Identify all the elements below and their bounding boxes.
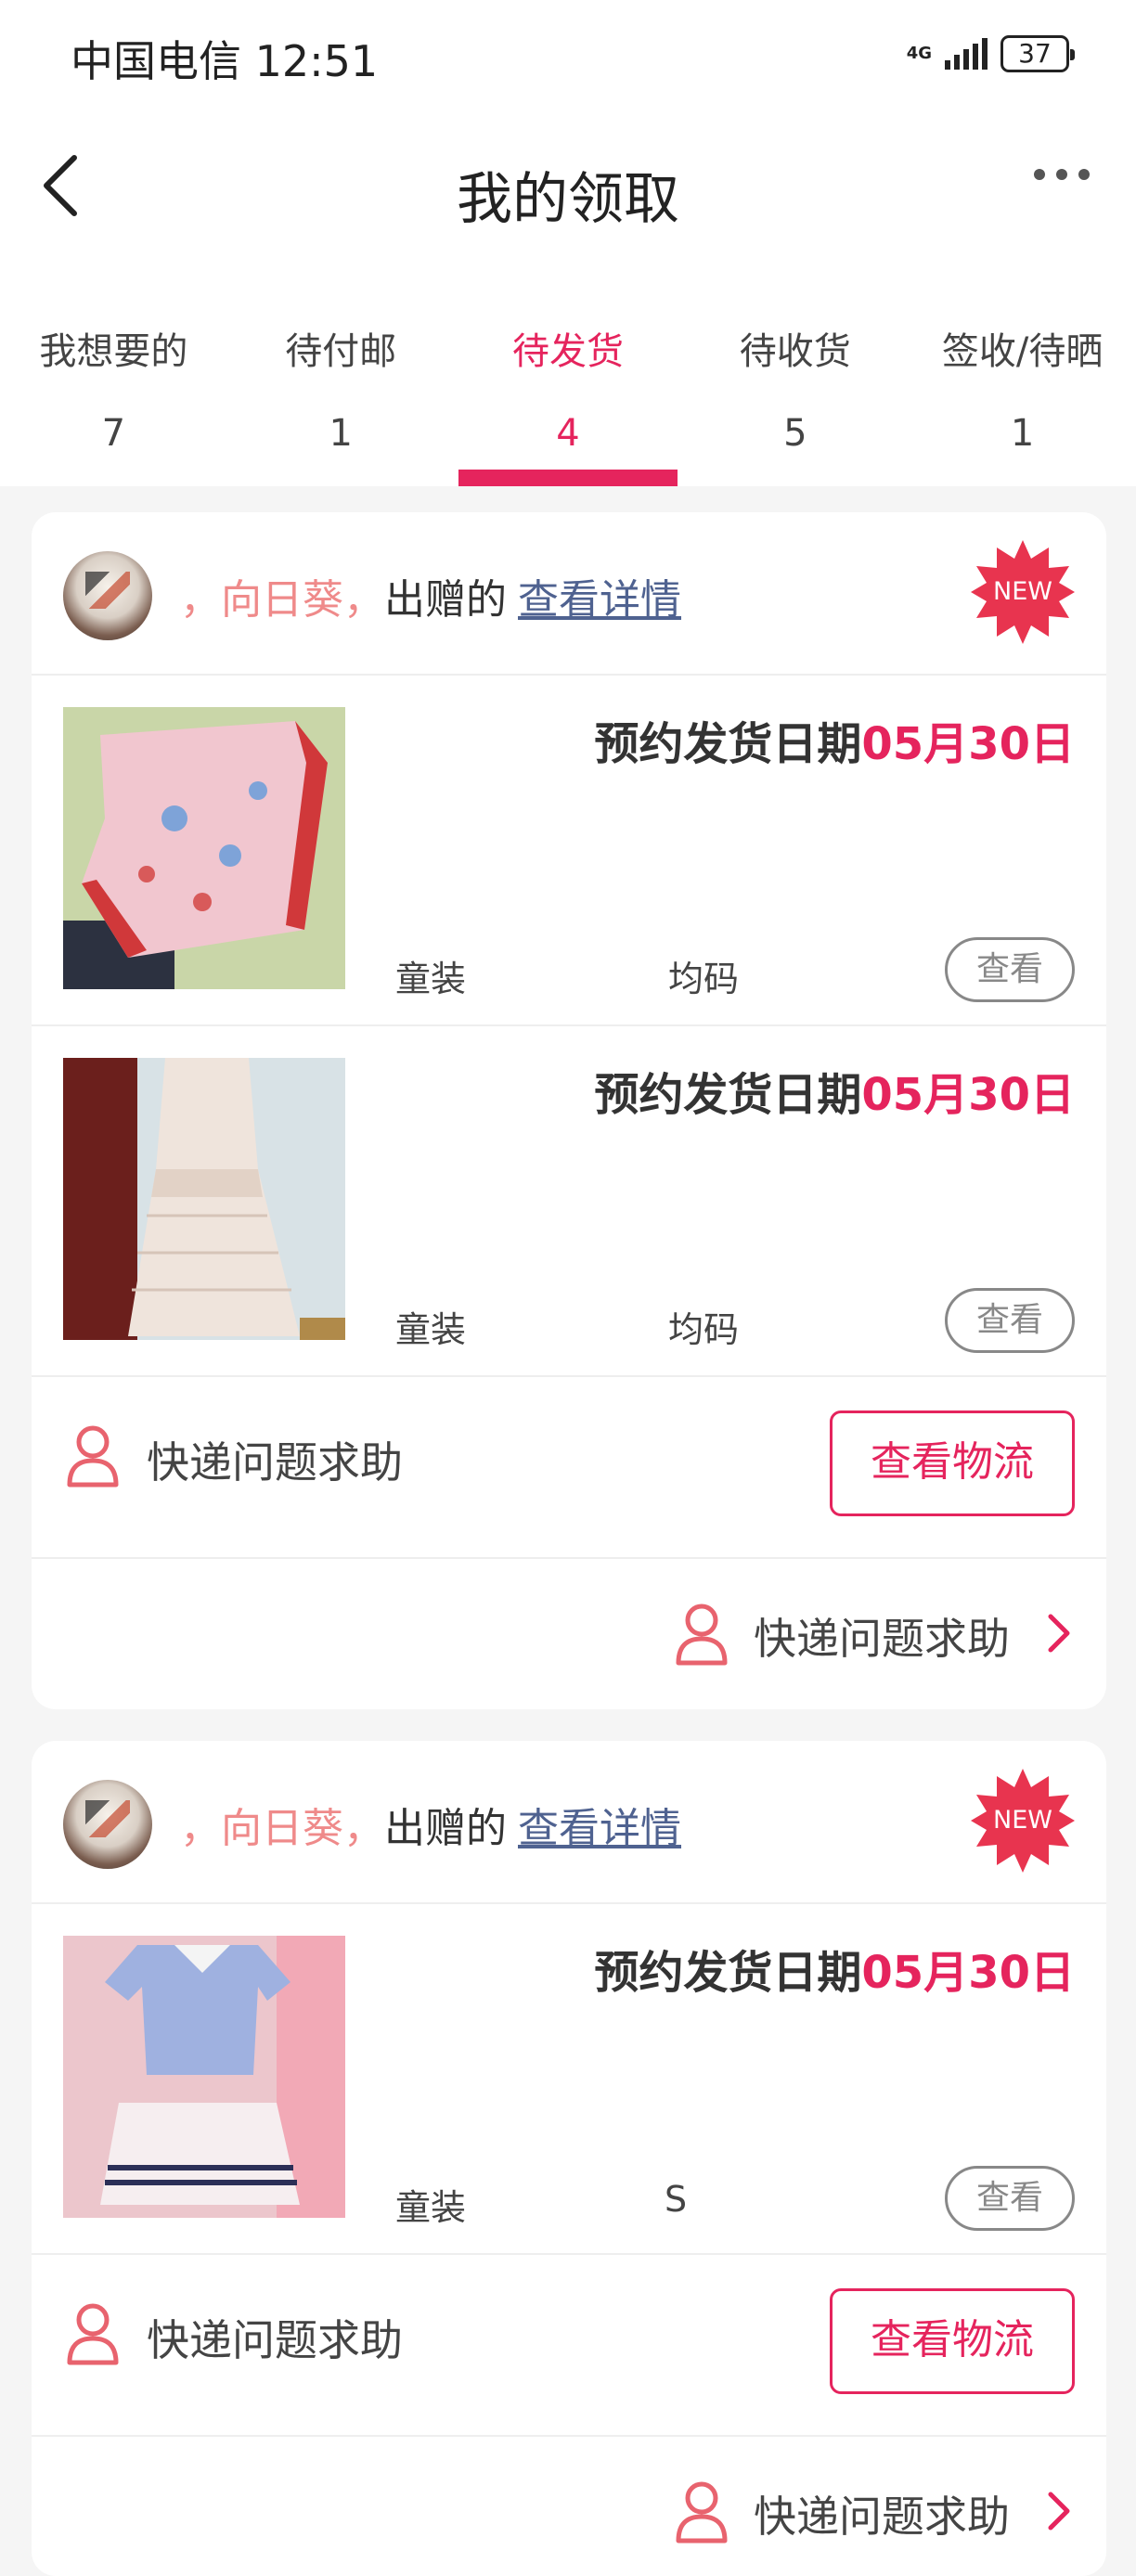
express-help-link[interactable]: 快递问题求助	[147, 2307, 403, 2368]
tab-label: 签收/待晒	[941, 330, 1104, 373]
view-button[interactable]: 查看	[945, 1288, 1075, 1353]
donor-name[interactable]: ，向日葵，	[180, 1805, 384, 1852]
chevron-right-icon	[1048, 1614, 1070, 1653]
ship-date-label: 预约发货日期	[594, 1947, 862, 1999]
order-card: ，向日葵，出赠的查看详情 NEW 预约发货日期05月30日 童装 均码 查看	[32, 512, 1106, 1709]
status-tabs: 我想要的 7 待付邮 1 待发货 4 待收货 5 签收/待晒 1	[0, 260, 1136, 486]
ship-date-value: 05月30日	[861, 718, 1075, 770]
carrier-time: 中国电信 12:51	[71, 36, 379, 86]
donor-name[interactable]: ，向日葵，	[180, 576, 384, 624]
more-dot-icon	[1034, 169, 1045, 180]
person-icon	[676, 1604, 728, 1666]
ship-date-label: 预约发货日期	[594, 718, 862, 770]
status-bar: 中国电信 12:51 4G 37	[0, 0, 1136, 111]
help-footer[interactable]: 快递问题求助	[32, 1559, 1106, 1707]
item-size: 均码	[668, 959, 740, 999]
new-badge-label: NEW	[993, 577, 1052, 606]
chevron-right-icon	[1048, 2492, 1070, 2531]
tab-count: 1	[329, 412, 353, 455]
tab-label: 待收货	[739, 330, 851, 373]
network-type: 4G	[906, 44, 932, 63]
ship-date-value: 05月30日	[861, 1947, 1075, 1999]
tab-pending-shipment[interactable]: 待发货 4	[455, 260, 682, 486]
item-size: S	[665, 2179, 688, 2220]
tab-label: 待付邮	[285, 330, 397, 373]
person-icon	[67, 2303, 119, 2365]
item-thumbnail-school-uniform	[63, 1936, 345, 2218]
gift-item[interactable]: 预约发货日期05月30日 童装 均码 查看	[32, 676, 1106, 1026]
tab-count: 4	[556, 412, 580, 455]
avatar[interactable]	[63, 1780, 152, 1869]
new-badge-label: NEW	[993, 1806, 1052, 1835]
view-logistics-button[interactable]: 查看物流	[830, 1410, 1075, 1516]
ship-date-label: 预约发货日期	[594, 1069, 862, 1121]
tab-wanted[interactable]: 我想要的 7	[0, 260, 227, 486]
view-detail-link[interactable]: 查看详情	[518, 1805, 681, 1852]
new-badge: NEW	[971, 1769, 1075, 1873]
tab-count: 1	[1010, 412, 1035, 455]
more-dot-icon	[1078, 169, 1090, 180]
ship-date: 预约发货日期05月30日	[594, 707, 1075, 772]
ship-date: 预约发货日期05月30日	[594, 1058, 1075, 1123]
item-category: 童装	[395, 1309, 467, 1350]
help-row: 快递问题求助 查看物流	[32, 1377, 1106, 1559]
donor-line: ，向日葵，出赠的 查看详情	[180, 1795, 681, 1854]
view-logistics-button[interactable]: 查看物流	[830, 2288, 1075, 2394]
tab-count: 7	[101, 412, 126, 455]
tab-pending-postage[interactable]: 待付邮 1	[227, 260, 455, 486]
active-tab-indicator	[458, 470, 678, 486]
help-footer[interactable]: 快递问题求助	[32, 2437, 1106, 2576]
card-header: ，向日葵，出赠的 查看详情 NEW	[32, 512, 1106, 676]
order-card: ，向日葵，出赠的 查看详情 NEW 预约发货日期05月30日 童装 S 查看 快…	[32, 1741, 1106, 2576]
view-button[interactable]: 查看	[945, 2166, 1075, 2231]
express-help-label: 快递问题求助	[754, 1614, 1010, 1664]
more-dot-icon	[1056, 169, 1067, 180]
ship-date: 预约发货日期05月30日	[594, 1936, 1075, 2001]
avatar[interactable]	[63, 551, 152, 640]
status-icons: 4G 37	[906, 33, 1075, 74]
new-badge: NEW	[971, 540, 1075, 644]
express-help-link[interactable]: 快递问题求助	[147, 1429, 403, 1490]
gave-text: 出赠的	[384, 576, 507, 624]
view-button[interactable]: 查看	[945, 937, 1075, 1002]
more-button[interactable]	[1034, 169, 1090, 180]
express-help-label: 快递问题求助	[754, 2492, 1010, 2542]
item-category: 童装	[395, 2187, 467, 2228]
tab-signed[interactable]: 签收/待晒 1	[909, 260, 1136, 486]
item-thumbnail-dress-pink	[63, 707, 345, 989]
signal-icon	[945, 38, 988, 70]
nav-bar: 我的领取	[0, 111, 1136, 260]
page-title: 我的领取	[457, 167, 679, 232]
gift-item[interactable]: 预约发货日期05月30日 童装 S 查看	[32, 1904, 1106, 2255]
item-category: 童装	[395, 959, 467, 999]
view-detail-link[interactable]: 查看详情	[518, 576, 681, 624]
ship-date-value: 05月30日	[861, 1069, 1075, 1121]
person-icon	[67, 1425, 119, 1488]
tab-label: 我想要的	[39, 330, 188, 373]
help-row: 快递问题求助 查看物流	[32, 2255, 1106, 2437]
donor-line: ，向日葵，出赠的 查看详情	[180, 566, 681, 625]
gave-text: 出赠的	[384, 1805, 507, 1852]
tab-pending-receipt[interactable]: 待收货 5	[681, 260, 909, 486]
gift-item[interactable]: 预约发货日期05月30日 童装 均码 查看	[32, 1026, 1106, 1377]
tab-label: 待发货	[511, 330, 624, 373]
tab-count: 5	[783, 412, 807, 455]
item-size: 均码	[668, 1309, 740, 1350]
battery-icon: 37	[1000, 35, 1075, 72]
card-header: ，向日葵，出赠的 查看详情 NEW	[32, 1741, 1106, 1904]
person-icon	[676, 2481, 728, 2544]
item-thumbnail-dress-white	[63, 1058, 345, 1340]
